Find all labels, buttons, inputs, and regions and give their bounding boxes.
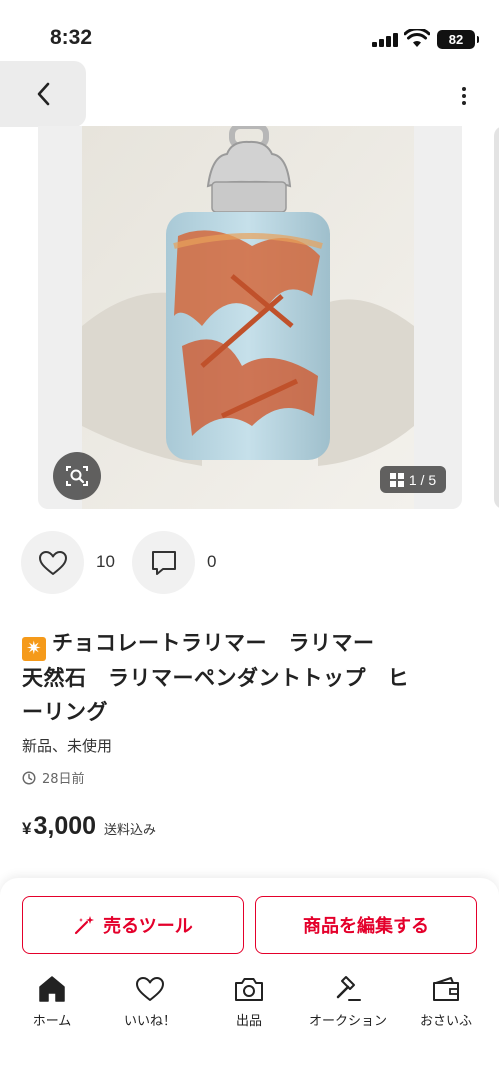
heart-icon <box>133 972 167 1006</box>
sparkle-icon: ✷ <box>22 637 46 661</box>
tab-sell[interactable]: 出品 <box>203 972 295 1029</box>
like-count: 10 <box>96 552 115 571</box>
battery-indicator: 82 <box>437 30 479 49</box>
posted-time-text: 28日前 <box>42 772 85 787</box>
price-currency: ¥ <box>22 819 32 838</box>
tab-wallet[interactable]: おさいふ <box>400 972 492 1029</box>
more-vertical-icon <box>462 87 466 91</box>
comment-icon <box>151 550 176 575</box>
item-condition: 新品、未使用 <box>22 737 113 755</box>
next-image-peek[interactable] <box>494 126 499 509</box>
tab-likes[interactable]: いいね！ <box>104 972 196 1029</box>
image-search-button[interactable] <box>53 452 101 500</box>
posted-time: 28日前 <box>22 768 85 787</box>
item-title-line1: チョコレートラリマー ラリマー <box>52 631 375 655</box>
status-bar: 8:32 82 <box>0 0 499 56</box>
status-time: 8:32 <box>50 26 93 49</box>
sell-tool-button[interactable]: 売るツール <box>22 896 244 954</box>
signal-icon <box>372 33 400 47</box>
edit-item-label: 商品を編集する <box>303 916 429 937</box>
magic-wand-icon <box>75 916 95 935</box>
edit-item-button[interactable]: 商品を編集する <box>255 896 477 954</box>
tab-sell-label: 出品 <box>235 1014 262 1029</box>
back-button[interactable] <box>0 61 86 127</box>
item-price: ¥ 3,000 送料込み <box>22 812 156 841</box>
tab-auction[interactable]: オークション <box>302 972 394 1029</box>
image-counter-text: 1 / 5 <box>408 471 437 488</box>
tab-home-label: ホーム <box>32 1014 72 1029</box>
camera-icon <box>232 972 266 1006</box>
gavel-icon <box>331 972 365 1006</box>
image-search-icon <box>66 466 88 486</box>
grid-icon <box>389 472 404 487</box>
tab-likes-label: いいね！ <box>123 1014 176 1029</box>
tab-wallet-label: おさいふ <box>419 1014 472 1029</box>
like-button[interactable] <box>21 531 84 594</box>
price-value: 3,000 <box>33 812 97 840</box>
wifi-icon <box>404 29 430 47</box>
chevron-left-icon <box>37 82 50 106</box>
wallet-icon <box>429 972 463 1006</box>
image-counter[interactable]: 1 / 5 <box>380 466 446 493</box>
tab-home[interactable]: ホーム <box>6 972 98 1029</box>
tab-auction-label: オークション <box>308 1014 387 1029</box>
item-title-line2: 天然石 ラリマーペンダントトップ ヒ <box>22 666 409 690</box>
item-title-line3: ーリング <box>22 700 108 724</box>
comment-button[interactable] <box>132 531 195 594</box>
shipping-label: 送料込み <box>104 823 157 838</box>
sell-tool-label: 売るツール <box>103 916 193 937</box>
product-image-carousel[interactable] <box>38 126 462 509</box>
home-icon <box>35 972 69 1006</box>
clock-icon <box>22 770 36 785</box>
heart-icon <box>38 550 67 575</box>
more-options-button[interactable] <box>448 80 480 112</box>
product-photo[interactable] <box>82 126 414 509</box>
item-title: ✷ チョコレートラリマー ラリマー 天然石 ラリマーペンダントトップ ヒ ーリング <box>22 626 482 729</box>
comment-count: 0 <box>207 552 217 571</box>
